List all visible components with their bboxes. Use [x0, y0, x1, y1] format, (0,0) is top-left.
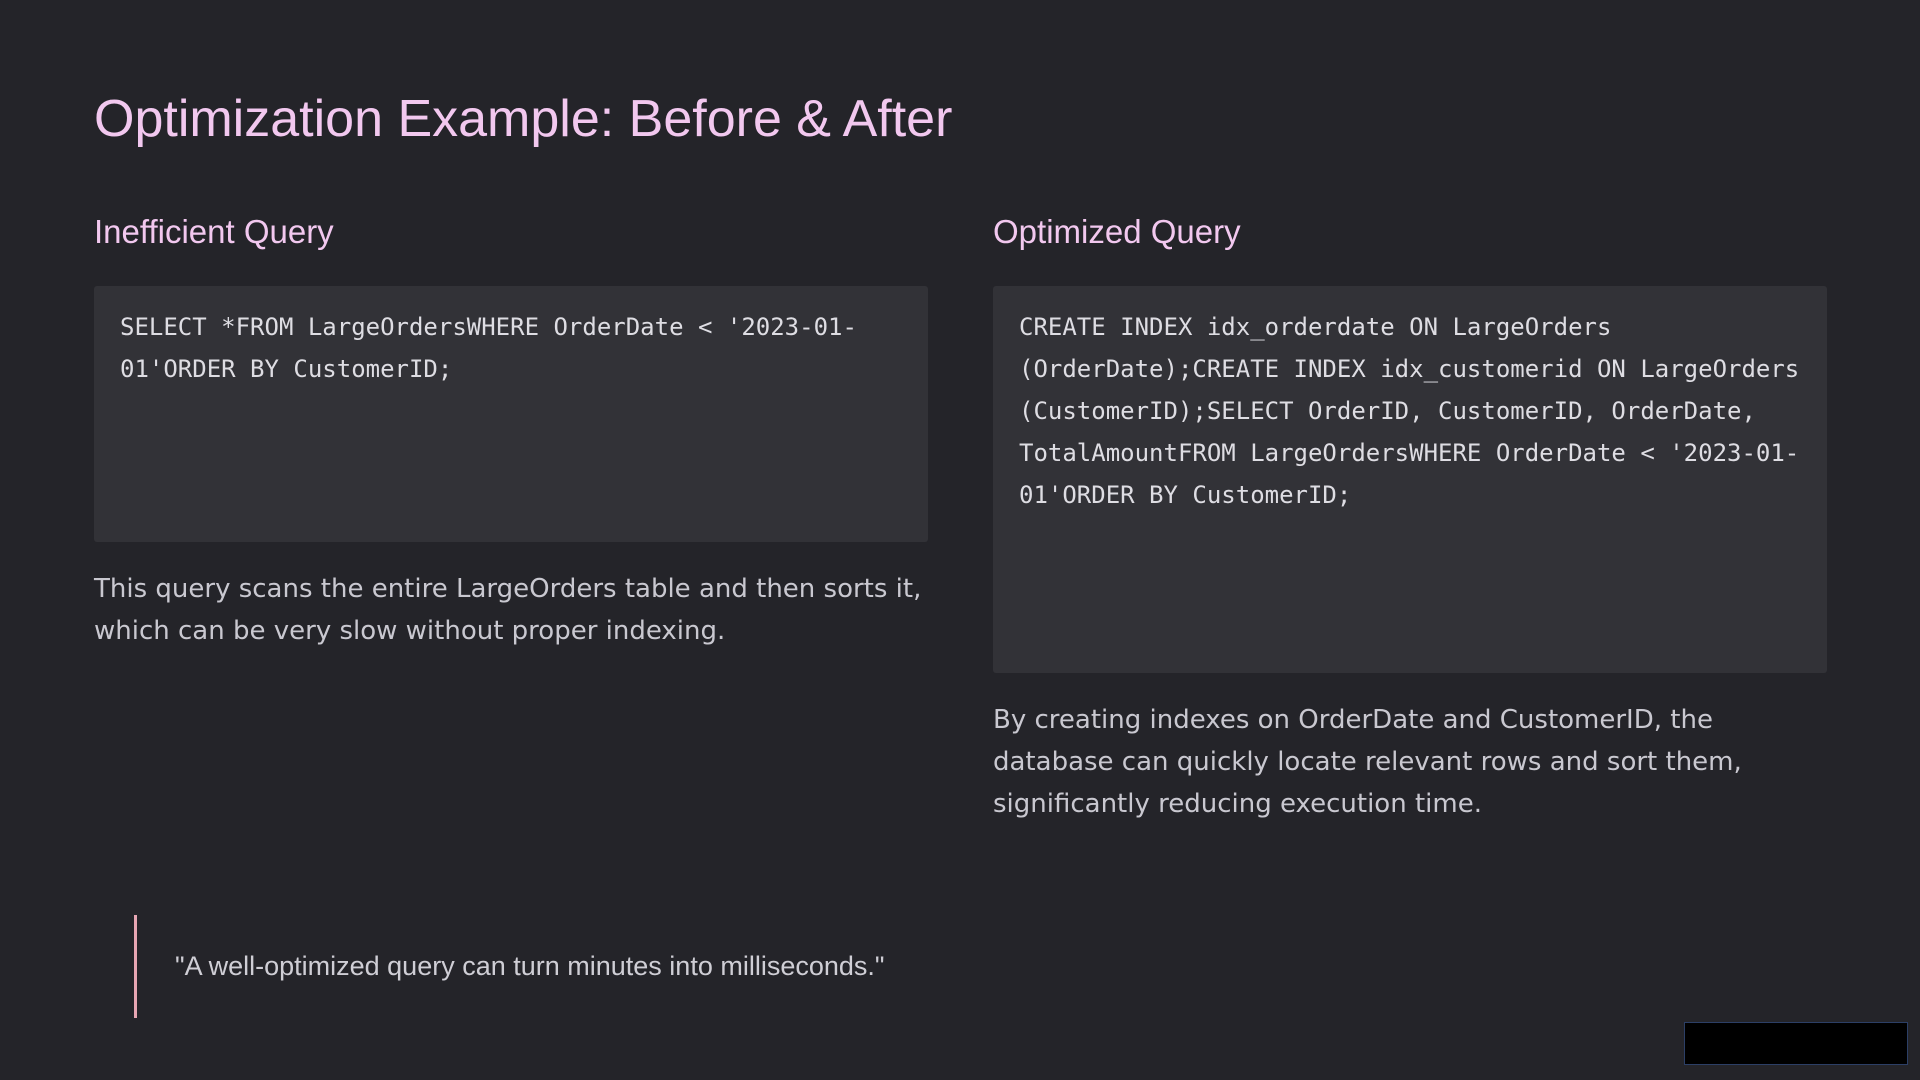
optimized-query-code: CREATE INDEX idx_orderdate ON LargeOrder… — [993, 286, 1827, 673]
inefficient-query-heading: Inefficient Query — [94, 213, 334, 250]
inefficient-query-code: SELECT *FROM LargeOrdersWHERE OrderDate … — [94, 286, 928, 542]
optimized-query-heading: Optimized Query — [993, 213, 1241, 250]
corner-overlay-box — [1684, 1022, 1908, 1065]
slide-title: Optimization Example: Before & After — [94, 90, 953, 148]
quote-text: "A well-optimized query can turn minutes… — [175, 951, 885, 981]
inefficient-query-section: Inefficient Query SELECT *FROM LargeOrde… — [94, 210, 928, 652]
inefficient-query-description: This query scans the entire LargeOrders … — [94, 574, 922, 646]
optimized-query-description: By creating indexes on OrderDate and Cus… — [993, 705, 1742, 819]
quote-block: "A well-optimized query can turn minutes… — [134, 915, 884, 1018]
optimized-query-section: Optimized Query CREATE INDEX idx_orderda… — [993, 210, 1827, 825]
